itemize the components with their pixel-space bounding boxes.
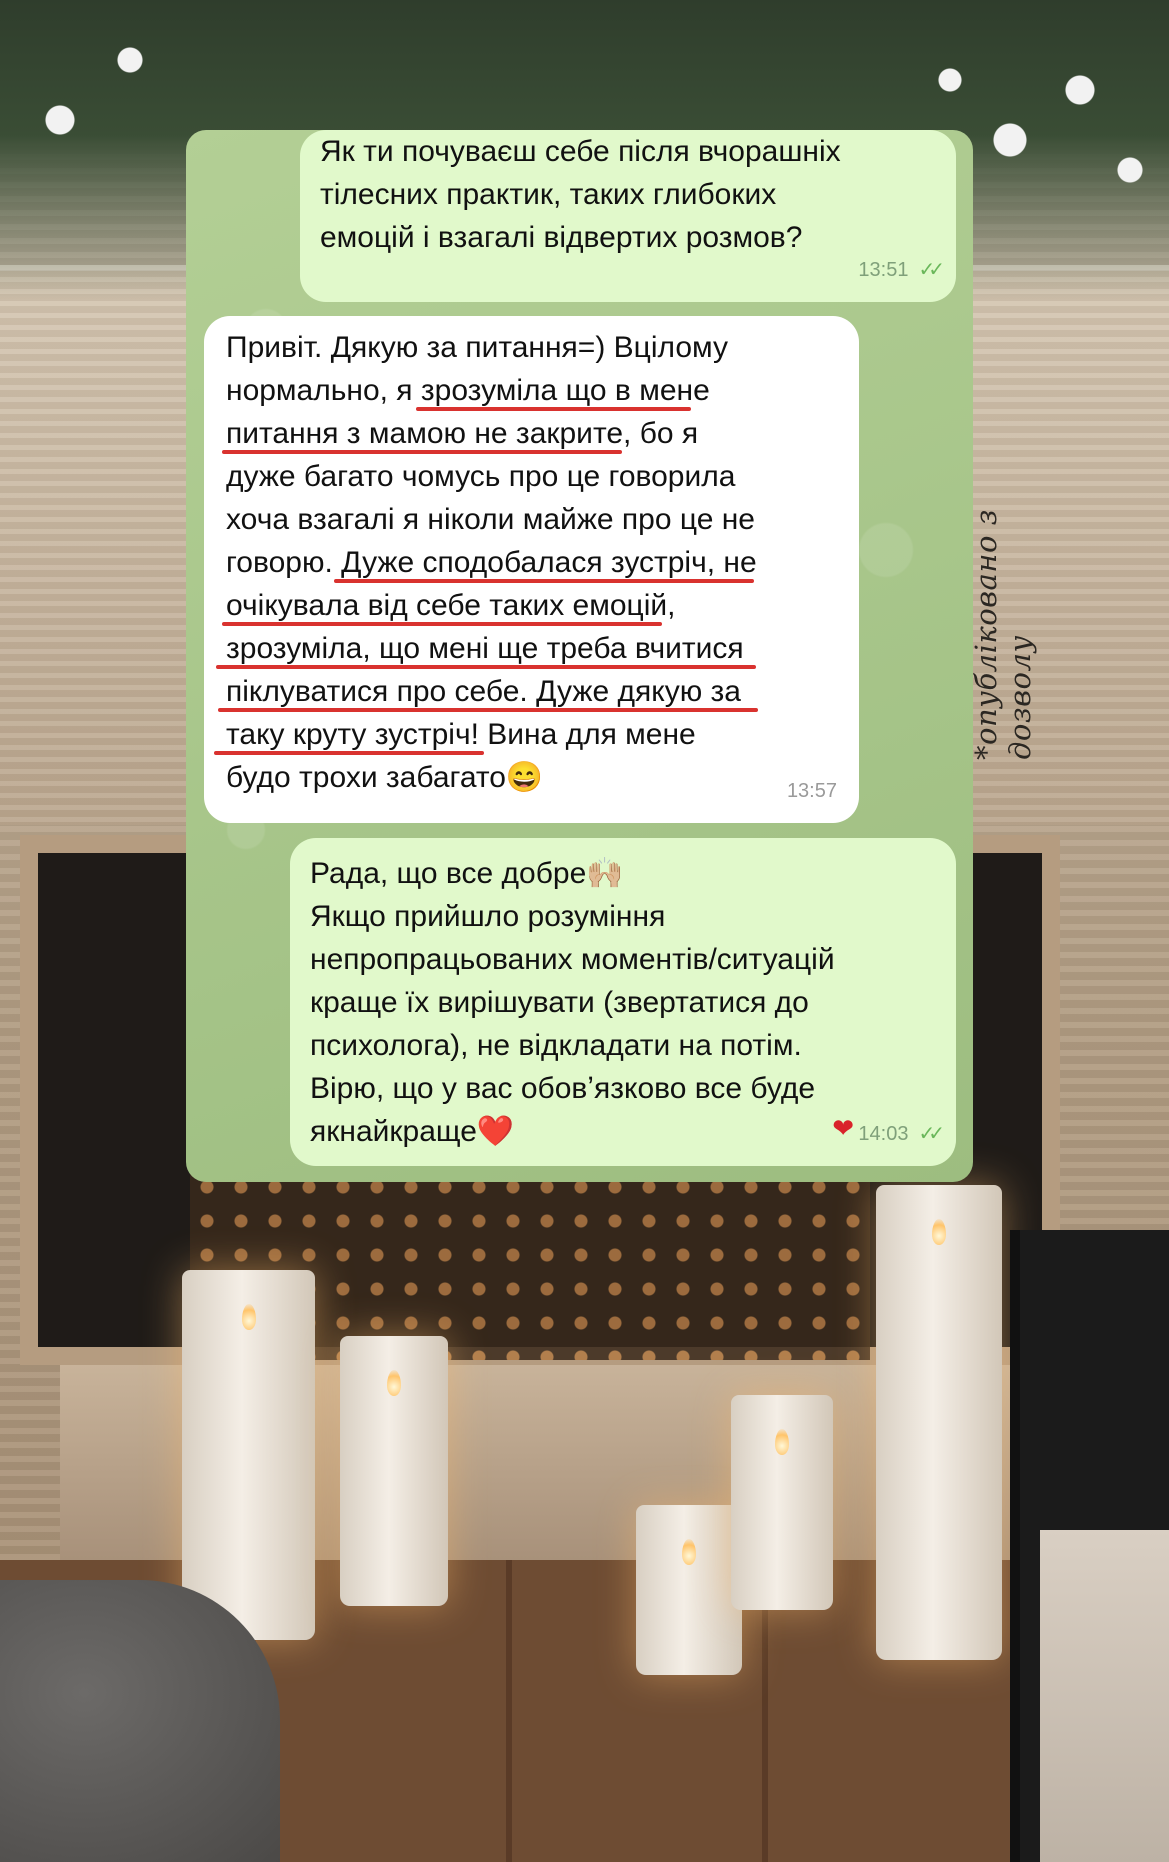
message-time: 13:51 — [858, 259, 909, 281]
message-time: 13:57 — [786, 780, 837, 802]
message-line: тілесних практик, таких глибоких — [320, 178, 777, 211]
message-line: піклуватися про себе. Дуже дякую за — [226, 675, 741, 708]
message-meta: 14:03 ✓✓ — [858, 1113, 944, 1156]
message-line: будо трохи забагато😄 — [226, 761, 544, 794]
highlight-underline — [222, 450, 622, 454]
chat-panel: Як ти почуваєш себе після вчорашніх тіле… — [186, 130, 973, 1182]
message-line: Рада, що все добре🙌🏼 — [310, 857, 624, 890]
permission-note: *опубліковано з дозволу — [969, 509, 1037, 760]
candle-icon — [876, 1185, 1002, 1660]
message-time: 14:03 — [858, 1123, 909, 1145]
message-line: нормально, я зрозуміла що в мене — [226, 374, 710, 407]
message-line: говорю. Дуже сподобалася зустріч, не — [226, 546, 757, 579]
lantern-candles — [1040, 1530, 1169, 1862]
double-check-icon: ✓✓ — [918, 1123, 944, 1145]
message-meta: 13:51 ✓✓ — [858, 249, 944, 292]
highlight-underline — [214, 751, 484, 755]
message-line: зрозуміла, що мені ще треба вчитися — [226, 632, 744, 665]
candle-icon — [731, 1395, 833, 1610]
message-line: психолога), не відкладати на потім. — [310, 1029, 802, 1062]
message-line: хоча взагалі я ніколи майже про це не — [226, 503, 755, 536]
highlight-underline — [218, 708, 758, 712]
message-bubble-outgoing[interactable]: Як ти почуваєш себе після вчорашніх тіле… — [300, 130, 956, 302]
highlight-underline — [334, 579, 754, 583]
message-line: Якщо прийшло розуміння — [310, 900, 666, 933]
highlight-underline — [216, 665, 756, 669]
double-check-icon: ✓✓ — [918, 259, 944, 281]
message-line: Вірю, що у вас обовʼязково все буде — [310, 1072, 816, 1105]
candle-icon — [182, 1270, 315, 1640]
highlight-underline — [222, 622, 662, 626]
message-bubble-outgoing[interactable]: Рада, що все добре🙌🏼 Якщо прийшло розумі… — [290, 838, 956, 1166]
sofa-arm — [0, 1580, 280, 1862]
highlight-underline — [416, 407, 691, 411]
heart-reaction-icon[interactable]: ❤ — [832, 1107, 854, 1150]
message-line: Як ти почуваєш себе після вчорашніх — [320, 135, 841, 168]
candle-icon — [340, 1336, 448, 1606]
candle-icon — [636, 1505, 742, 1675]
message-line: непропрацьованих моментів/ситуацій — [310, 943, 835, 976]
message-line: таку круту зустріч! Вина для мене — [226, 718, 696, 751]
message-meta: 13:57 — [787, 770, 837, 813]
message-line: Привіт. Дякую за питання=) Вцілому — [226, 331, 728, 364]
message-bubble-incoming[interactable]: Привіт. Дякую за питання=) Вцілому норма… — [204, 316, 859, 823]
message-line: краще їх вирішувати (звертатися до — [310, 986, 809, 1019]
message-line: питання з мамою не закрите, бо я — [226, 417, 699, 450]
message-line: дуже багато чомусь про це говорила — [226, 460, 736, 493]
message-line: очікувала від себе таких емоцій, — [226, 589, 676, 622]
